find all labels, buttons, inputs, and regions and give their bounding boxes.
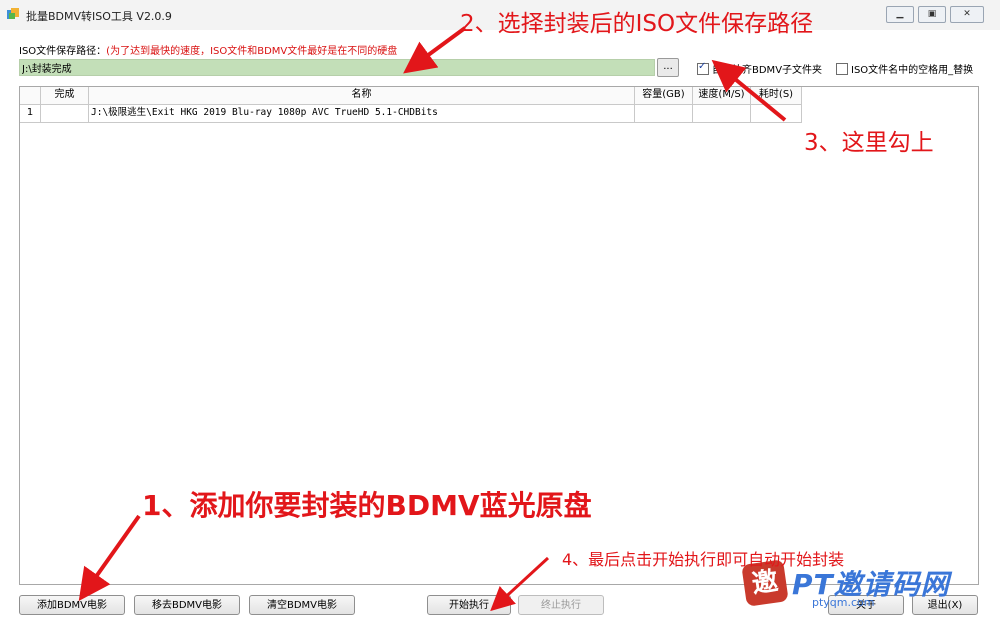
annotation-step4: 4、最后点击开始执行即可自动开始封装	[562, 550, 845, 569]
remove-bdmv-button[interactable]: 移去BDMV电影	[134, 595, 240, 615]
replace-spaces-label: ISO文件名中的空格用_替换	[851, 65, 974, 76]
annotation-step3: 3、这里勾上	[804, 130, 934, 156]
column-header-size[interactable]: 容量(GB)	[635, 87, 693, 104]
add-bdmv-button[interactable]: 添加BDMV电影	[19, 595, 125, 615]
annotation-step1: 1、添加你要封装的BDMV蓝光原盘	[142, 489, 592, 522]
iso-path-hint: (为了达到最快的速度，ISO文件和BDMV文件最好是在不同的硬盘	[106, 46, 398, 57]
replace-spaces-checkbox[interactable]: ISO文件名中的空格用_替换	[836, 61, 973, 76]
checkbox-checked[interactable]	[697, 61, 709, 75]
iso-path-field[interactable]	[19, 59, 655, 76]
cell-index: 1	[20, 105, 41, 122]
cell-name: J:\极限逃生\Exit HKG 2019 Blu-ray 1080p AVC …	[89, 105, 635, 122]
maximize-button[interactable]: ▣	[918, 6, 946, 23]
app-icon	[7, 8, 19, 19]
iso-path-label-text: ISO文件保存路径：	[19, 46, 107, 57]
cell-speed	[693, 105, 751, 122]
browse-button[interactable]: ...	[657, 58, 679, 77]
minimize-button[interactable]: ▁	[886, 6, 914, 23]
window-title: 批量BDMV转ISO工具 V2.0.9	[26, 10, 172, 23]
close-button[interactable]: ✕	[950, 6, 984, 23]
auto-bdmv-folder-label: 自动补齐BDMV子文件夹	[712, 65, 823, 76]
annotation-step2: 2、选择封装后的ISO文件保存路径	[460, 11, 814, 37]
cell-size	[635, 105, 693, 122]
stop-button[interactable]: 终止执行	[518, 595, 604, 615]
table-header: 完成 名称 容量(GB) 速度(M/S) 耗时(S)	[20, 87, 802, 105]
column-header-speed[interactable]: 速度(M/S)	[693, 87, 751, 104]
iso-path-input[interactable]	[20, 60, 654, 75]
iso-path-label: ISO文件保存路径：(为了达到最快的速度，ISO文件和BDMV文件最好是在不同的…	[19, 42, 397, 57]
cell-done	[41, 105, 89, 122]
auto-bdmv-folder-checkbox[interactable]: 自动补齐BDMV子文件夹	[697, 61, 822, 76]
table-row[interactable]: 1 J:\极限逃生\Exit HKG 2019 Blu-ray 1080p AV…	[20, 105, 802, 123]
column-header-done[interactable]: 完成	[41, 87, 89, 104]
start-button[interactable]: 开始执行	[427, 595, 511, 615]
cell-time	[751, 105, 802, 122]
column-header-index[interactable]	[20, 87, 41, 104]
column-header-time[interactable]: 耗时(S)	[751, 87, 802, 104]
clear-bdmv-button[interactable]: 清空BDMV电影	[249, 595, 355, 615]
watermark-url: ptyqm.com	[812, 596, 875, 609]
column-header-name[interactable]: 名称	[89, 87, 635, 104]
checkbox-unchecked[interactable]	[836, 62, 848, 75]
